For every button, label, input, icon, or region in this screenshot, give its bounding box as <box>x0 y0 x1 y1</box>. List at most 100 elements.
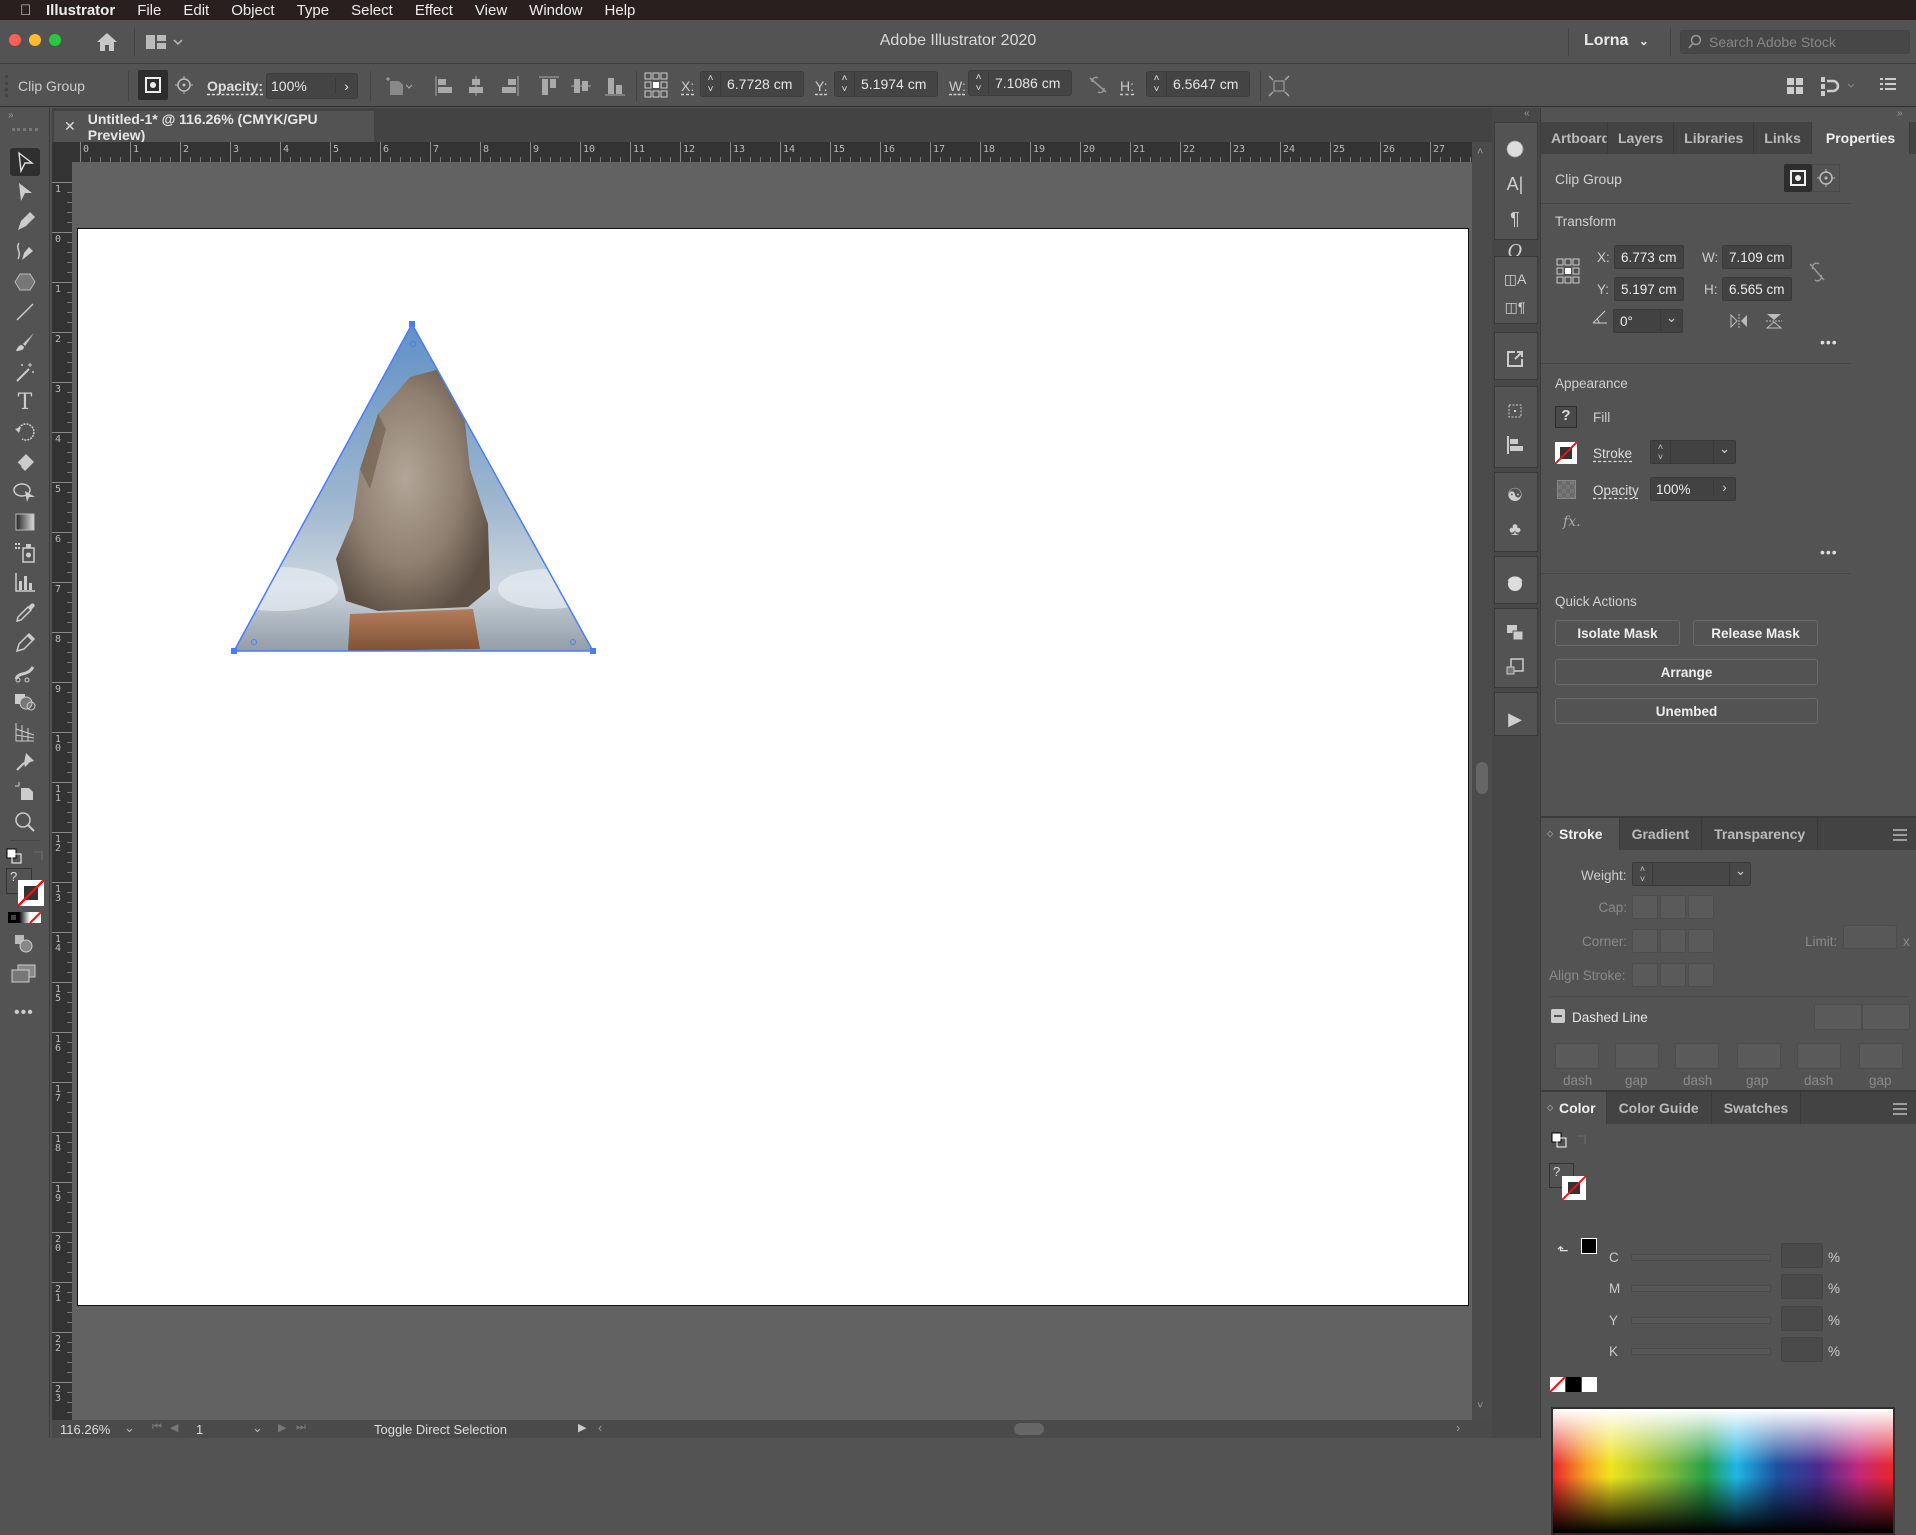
release-mask-button[interactable]: Release Mask <box>1693 620 1818 646</box>
paintbrush-tool[interactable] <box>10 328 40 356</box>
y-field[interactable]: 5.197 cm <box>1614 277 1684 301</box>
align-dash-button[interactable] <box>1862 1004 1910 1030</box>
symbols-panel-icon[interactable]: ♣ <box>1504 518 1526 540</box>
current-tool-info[interactable]: Toggle Direct Selection <box>374 1422 507 1437</box>
selection-tool[interactable] <box>10 148 40 176</box>
apple-icon[interactable]:  <box>20 2 46 19</box>
c-input[interactable] <box>1781 1243 1823 1268</box>
artboard-number[interactable]: 1 <box>196 1422 203 1437</box>
swap-fill-stroke-icon[interactable] <box>32 848 46 865</box>
artboard-dropdown-icon[interactable]: ⌄ <box>252 1420 263 1436</box>
export-panel-icon[interactable] <box>1504 348 1526 370</box>
chevron-down-icon[interactable]: ⌄ <box>1660 310 1682 332</box>
transform-options-icon[interactable] <box>1268 75 1290 97</box>
stroke-swatch[interactable] <box>1561 1175 1587 1203</box>
adobe-stock-search-input[interactable]: Search Adobe Stock <box>1680 30 1910 54</box>
preserve-dash-button[interactable] <box>1814 1004 1862 1030</box>
menu-edit[interactable]: Edit <box>183 2 209 19</box>
document-tab[interactable]: ✕ Untitled-1* @ 116.26% (CMYK/GPU Previe… <box>54 111 374 143</box>
eyedropper-tool[interactable] <box>10 598 40 626</box>
last-color-swatch[interactable] <box>1581 1238 1597 1254</box>
h-field[interactable]: 6.565 cm <box>1722 277 1792 301</box>
gradient-tool[interactable] <box>10 508 40 536</box>
direct-selection-tool[interactable] <box>10 178 40 206</box>
reference-point-icon[interactable] <box>1555 258 1581 287</box>
tab-links[interactable]: Links <box>1754 122 1812 154</box>
chevron-right-icon[interactable]: › <box>335 78 357 94</box>
y-label[interactable]: Y: <box>815 78 827 94</box>
chevron-right-icon[interactable]: › <box>1713 480 1735 495</box>
curvature-tool[interactable] <box>10 238 40 266</box>
opacity-field[interactable]: 100% › <box>1650 477 1736 501</box>
k-input[interactable] <box>1781 1337 1823 1362</box>
zoom-level[interactable]: 116.26% <box>60 1422 110 1437</box>
constrain-proportions-icon[interactable] <box>1088 76 1108 94</box>
menu-effect[interactable]: Effect <box>415 2 453 19</box>
bevel-join-button[interactable] <box>1688 929 1714 953</box>
minimize-window-button[interactable] <box>29 34 41 46</box>
h-field[interactable]: ˄ ˅ 6.5647 cm <box>1146 71 1250 97</box>
pathfinder-panel-icon[interactable] <box>1504 622 1526 644</box>
actions-panel-icon[interactable]: ▶ <box>1504 708 1526 730</box>
zoom-tool[interactable] <box>10 808 40 836</box>
x-label[interactable]: X: <box>681 78 694 94</box>
ruler-origin[interactable] <box>52 142 72 162</box>
more-options-icon[interactable]: ••• <box>1820 544 1838 560</box>
flip-vertical-icon[interactable] <box>1765 312 1783 333</box>
edit-clipping-path-button[interactable] <box>1812 164 1840 192</box>
isolate-mask-button[interactable]: Isolate Mask <box>1555 620 1680 646</box>
opacity-field[interactable]: 100% › <box>266 73 358 99</box>
toolbar-grip[interactable] <box>12 128 38 131</box>
m-input[interactable] <box>1781 1274 1823 1299</box>
stroke-label[interactable]: Stroke <box>1593 446 1632 461</box>
edit-toolbar-icon[interactable]: ••• <box>14 1004 34 1022</box>
anchor-point-bottom-left[interactable] <box>231 648 237 654</box>
dash-input-2[interactable] <box>1675 1043 1719 1069</box>
unembed-button[interactable]: Unembed <box>1555 698 1818 724</box>
h-label[interactable]: H: <box>1120 78 1134 94</box>
tab-artboard[interactable]: Artboard <box>1541 122 1608 154</box>
scroll-left-icon[interactable]: ‹ <box>598 1420 602 1435</box>
user-account-menu[interactable]: Lorna ⌄ <box>1584 32 1649 50</box>
menu-file[interactable]: File <box>137 2 161 19</box>
character-styles-icon[interactable]: ◫A <box>1504 268 1527 290</box>
clip-group-artwork[interactable] <box>78 229 1470 1307</box>
screen-mode-icon[interactable] <box>11 964 37 987</box>
gap-input-2[interactable] <box>1737 1043 1781 1069</box>
artboard-tool[interactable] <box>10 778 40 806</box>
y-input[interactable] <box>1781 1306 1823 1331</box>
edit-clipping-path-button[interactable] <box>170 70 198 100</box>
close-tab-icon[interactable]: ✕ <box>64 118 76 135</box>
pen-tool[interactable] <box>10 208 40 236</box>
rotate-angle-field[interactable]: 0° ⌄ <box>1613 309 1683 333</box>
width-tool[interactable] <box>10 658 40 686</box>
tab-color[interactable]: ◇ Color <box>1541 1092 1607 1124</box>
close-window-button[interactable] <box>9 34 21 46</box>
brushes-panel-icon[interactable]: ☯ <box>1504 484 1526 506</box>
scroll-down-icon[interactable]: ˅ <box>1477 1400 1483 1412</box>
home-icon[interactable] <box>94 30 120 54</box>
dash-input-1[interactable] <box>1555 1043 1599 1069</box>
w-label[interactable]: W: <box>949 78 966 94</box>
align-left-icon[interactable] <box>434 75 454 97</box>
opacity-label[interactable]: Opacity: <box>207 78 263 94</box>
menu-help[interactable]: Help <box>605 2 636 19</box>
stepper-icon[interactable]: ˄ ˅ <box>1651 441 1671 463</box>
align-to-selection-icon[interactable] <box>384 75 416 97</box>
collapse-toolbar-icon[interactable]: » <box>8 110 14 121</box>
workspace-layout-icon[interactable] <box>1820 76 1860 96</box>
arrange-button[interactable]: Arrange <box>1555 659 1818 685</box>
tab-libraries[interactable]: Libraries <box>1674 122 1755 154</box>
butt-cap-button[interactable] <box>1632 895 1658 919</box>
x-field[interactable]: ˄ ˅ 6.7728 cm <box>700 71 804 97</box>
default-fill-stroke-icon[interactable] <box>1551 1132 1567 1151</box>
c-slider[interactable] <box>1631 1254 1771 1261</box>
character-panel-icon[interactable]: A| <box>1504 173 1526 195</box>
menu-view[interactable]: View <box>475 2 507 19</box>
constrain-proportions-icon[interactable] <box>1807 261 1827 286</box>
align-outside-button[interactable] <box>1688 963 1714 987</box>
color-spectrum-picker[interactable] <box>1551 1407 1895 1535</box>
scroll-right-icon[interactable]: › <box>1456 1420 1460 1435</box>
round-cap-button[interactable] <box>1660 895 1686 919</box>
first-artboard-icon[interactable]: ⏮ <box>152 1421 162 1434</box>
